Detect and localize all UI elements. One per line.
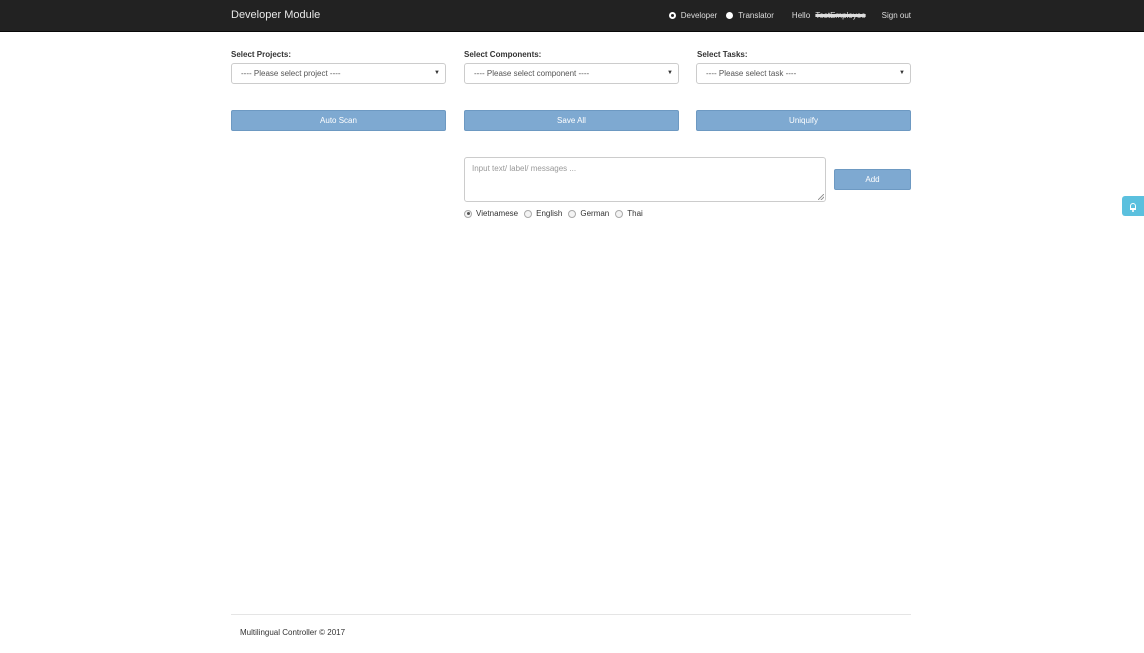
radio-german[interactable]	[568, 209, 577, 218]
role-option-developer[interactable]: Developer	[668, 11, 718, 20]
language-option-german[interactable]: German	[568, 209, 609, 218]
greeting: Hello TestEmployee	[792, 11, 866, 20]
save-all-button[interactable]: Save All	[464, 110, 679, 131]
role-label-translator: Translator	[738, 11, 774, 20]
message-textarea[interactable]: Input text/ label/ messages ...	[464, 157, 826, 202]
top-navbar: Developer Module Developer Translator He…	[0, 0, 1144, 32]
role-radio-developer[interactable]	[668, 12, 676, 19]
language-label: Vietnamese	[476, 209, 519, 218]
navbar-right: Developer Translator Hello TestEmployee …	[668, 0, 911, 31]
user-name: TestEmployee	[815, 11, 866, 20]
language-label: English	[536, 209, 563, 218]
language-option-thai[interactable]: Thai	[615, 209, 643, 218]
role-radio-translator[interactable]	[726, 12, 734, 19]
radio-english[interactable]	[524, 209, 533, 218]
bell-icon	[1130, 202, 1136, 212]
language-label: Thai	[627, 209, 643, 218]
resize-handle-icon[interactable]	[818, 194, 824, 200]
project-select[interactable]: ---- Please select project ---- ▼	[231, 63, 446, 84]
chevron-down-icon: ▼	[899, 70, 905, 76]
auto-scan-button[interactable]: Auto Scan	[231, 110, 446, 131]
footer-divider	[231, 614, 911, 615]
projects-label: Select Projects:	[231, 50, 292, 59]
greeting-label: Hello	[791, 11, 811, 20]
chevron-down-icon: ▼	[667, 70, 673, 76]
sign-out-link[interactable]: Sign out	[882, 11, 911, 20]
radio-vietnamese[interactable]	[464, 209, 472, 218]
language-options: Vietnamese English German Thai	[464, 209, 649, 218]
components-label: Select Components:	[464, 50, 542, 59]
footer-copyright: Multilingual Controller © 2017	[240, 628, 346, 637]
task-select-value: ---- Please select task ----	[706, 69, 797, 78]
role-label-developer: Developer	[680, 11, 718, 20]
project-select-value: ---- Please select project ----	[241, 69, 341, 78]
tasks-label: Select Tasks:	[697, 50, 748, 59]
notification-tab[interactable]	[1122, 196, 1144, 216]
chevron-down-icon: ▼	[434, 70, 440, 76]
app-title[interactable]: Developer Module	[231, 9, 320, 21]
message-placeholder: Input text/ label/ messages ...	[472, 164, 577, 173]
language-label: German	[580, 209, 610, 218]
add-button[interactable]: Add	[834, 169, 911, 190]
component-select-value: ---- Please select component ----	[474, 69, 590, 78]
component-select[interactable]: ---- Please select component ---- ▼	[464, 63, 679, 84]
role-option-translator[interactable]: Translator	[726, 11, 774, 20]
task-select[interactable]: ---- Please select task ---- ▼	[696, 63, 911, 84]
language-option-english[interactable]: English	[524, 209, 562, 218]
language-option-vietnamese[interactable]: Vietnamese	[464, 209, 518, 218]
uniquify-button[interactable]: Uniquify	[696, 110, 911, 131]
radio-thai[interactable]	[615, 209, 624, 218]
